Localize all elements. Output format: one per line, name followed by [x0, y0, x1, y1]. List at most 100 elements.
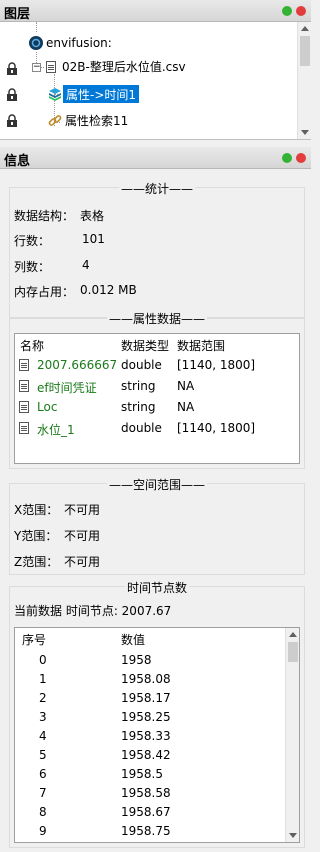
field-type: double — [121, 358, 162, 372]
tree-item-label: 属性->时间1 — [63, 85, 140, 103]
field-name: Loc — [37, 400, 58, 414]
scroll-down-icon[interactable] — [289, 833, 297, 838]
stat-value: 101 — [82, 232, 105, 246]
spatial-value: 不可用 — [64, 555, 101, 569]
table-row[interactable]: Loc string NA — [15, 398, 299, 418]
table-cell: 1958.17 — [121, 691, 171, 705]
lock-icon[interactable] — [5, 114, 19, 128]
table-cell: 1958.25 — [121, 710, 171, 724]
stat-label: 行数： — [14, 234, 51, 248]
column-header-type[interactable]: 数据类型 — [121, 337, 169, 354]
table-cell: 1958.5 — [121, 767, 163, 781]
column-header-value[interactable]: 数值 — [121, 631, 145, 648]
spatial-value: 不可用 — [64, 503, 101, 517]
scroll-thumb[interactable] — [288, 642, 298, 662]
collapse-toggle-icon[interactable]: − — [32, 63, 41, 72]
scroll-up-icon[interactable] — [301, 26, 309, 31]
table-row[interactable]: 8 — [39, 805, 47, 819]
tree-item-label: 02B-整理后水位值.csv — [62, 60, 186, 74]
field-icon — [19, 422, 29, 434]
spatial-label: Z范围： — [14, 555, 59, 569]
layers-stack-icon — [49, 88, 61, 101]
field-name: 水位_1 — [37, 423, 75, 437]
table-row[interactable]: 0 — [39, 653, 47, 667]
close-panel-button[interactable] — [296, 153, 306, 163]
float-panel-button[interactable] — [282, 6, 292, 16]
table-row[interactable]: 水位_1 double [1140, 1800] — [15, 419, 299, 439]
table-row[interactable]: 2 — [39, 691, 47, 705]
time-group: 时间节点数 当前数据 时间节点: 2007.67 序号 数值 0 1958 1 … — [9, 581, 305, 848]
table-row[interactable]: 5 — [39, 748, 47, 762]
spatial-group: ——空间范围—— X范围： 不可用 Y范围： 不可用 Z范围： 不可用 — [9, 478, 305, 575]
field-icon — [19, 359, 29, 371]
spatial-title: ——空间范围—— — [106, 478, 207, 492]
layers-scrollbar[interactable] — [297, 22, 311, 139]
time-table-header: 序号 数值 — [15, 628, 299, 648]
field-range: [1140, 1800] — [177, 358, 256, 372]
stat-value: 4 — [82, 258, 90, 272]
column-header-range[interactable]: 数据范围 — [177, 337, 225, 354]
layers-panel-header: 图层 — [0, 0, 311, 22]
field-name: ef时间凭证 — [37, 381, 97, 395]
field-type: string — [121, 379, 156, 393]
table-cell: 1958.67 — [121, 805, 171, 819]
field-range: NA — [177, 379, 195, 393]
attributes-table[interactable]: 名称 数据类型 数据范围 2007.666667 double [1140, 1… — [14, 333, 300, 464]
stats-title: ——统计—— — [118, 182, 195, 196]
scroll-down-icon[interactable] — [301, 130, 309, 135]
info-panel: ——统计—— 数据结构： 表格 行数： 101 列数： 4 内存占用： 0.01… — [0, 169, 311, 852]
attributes-group: ——属性数据—— 名称 数据类型 数据范围 2007.666667 double… — [9, 312, 305, 469]
float-panel-button[interactable] — [282, 153, 292, 163]
table-cell: 1958.75 — [121, 824, 171, 838]
field-range: NA — [177, 400, 195, 414]
table-cell: 1958.08 — [121, 672, 171, 686]
stat-value: 表格 — [80, 209, 105, 223]
table-row[interactable]: 7 — [39, 786, 47, 800]
table-row[interactable]: ef时间凭证 string NA — [15, 377, 299, 397]
table-row[interactable]: 1 — [39, 672, 47, 686]
table-row[interactable]: 4 — [39, 729, 47, 743]
table-cell: 1958.33 — [121, 729, 171, 743]
scroll-up-icon[interactable] — [289, 632, 297, 637]
lock-icon[interactable] — [5, 62, 19, 76]
spatial-label: Y范围： — [14, 529, 58, 543]
stat-label: 内存占用： — [14, 285, 75, 299]
column-header-name[interactable]: 名称 — [20, 337, 44, 354]
tree-item-label: envifusion: — [46, 36, 112, 50]
link-icon — [48, 115, 62, 126]
spatial-label: X范围： — [14, 503, 59, 517]
table-cell: 1958 — [121, 653, 152, 667]
spatial-value: 不可用 — [64, 529, 101, 543]
table-row[interactable]: 9 — [39, 824, 47, 838]
table-file-icon — [46, 61, 56, 73]
field-type: string — [121, 400, 156, 414]
stats-group: ——统计—— 数据结构： 表格 行数： 101 列数： 4 内存占用： 0.01… — [9, 182, 305, 319]
field-name: 2007.666667 — [37, 358, 118, 372]
field-icon — [19, 380, 29, 392]
globe-icon — [29, 36, 43, 50]
current-time-node: 当前数据 时间节点: 2007.67 — [14, 604, 172, 618]
table-row[interactable]: 3 — [39, 710, 47, 724]
table-row[interactable]: 6 — [39, 767, 47, 781]
stat-label: 列数： — [14, 260, 51, 274]
scroll-thumb[interactable] — [300, 36, 310, 66]
close-panel-button[interactable] — [296, 6, 306, 16]
lock-icon[interactable] — [5, 88, 19, 102]
layers-tree: envifusion: − 02B-整理后水位值.csv 属性->时间1 属性检… — [0, 22, 311, 140]
stat-label: 数据结构： — [14, 209, 75, 223]
field-icon — [19, 401, 29, 413]
attributes-title: ——属性数据—— — [106, 312, 207, 326]
column-header-index[interactable]: 序号 — [22, 631, 46, 648]
info-panel-header: 信息 — [0, 147, 311, 169]
time-nodes-table[interactable]: 序号 数值 0 1958 1 1958.08 2 1958.17 3 1958.… — [14, 627, 300, 843]
time-table-scrollbar[interactable] — [285, 628, 299, 842]
table-row[interactable]: 2007.666667 double [1140, 1800] — [15, 356, 299, 376]
table-cell: 1958.58 — [121, 786, 171, 800]
time-title: 时间节点数 — [124, 581, 189, 595]
layers-panel-title: 图层 — [4, 7, 31, 22]
info-panel-title: 信息 — [4, 154, 31, 169]
tree-item-label: 属性检索11 — [65, 114, 129, 128]
field-type: double — [121, 421, 162, 435]
stat-value: 0.012 MB — [80, 283, 137, 297]
attributes-table-header: 名称 数据类型 数据范围 — [15, 334, 299, 354]
